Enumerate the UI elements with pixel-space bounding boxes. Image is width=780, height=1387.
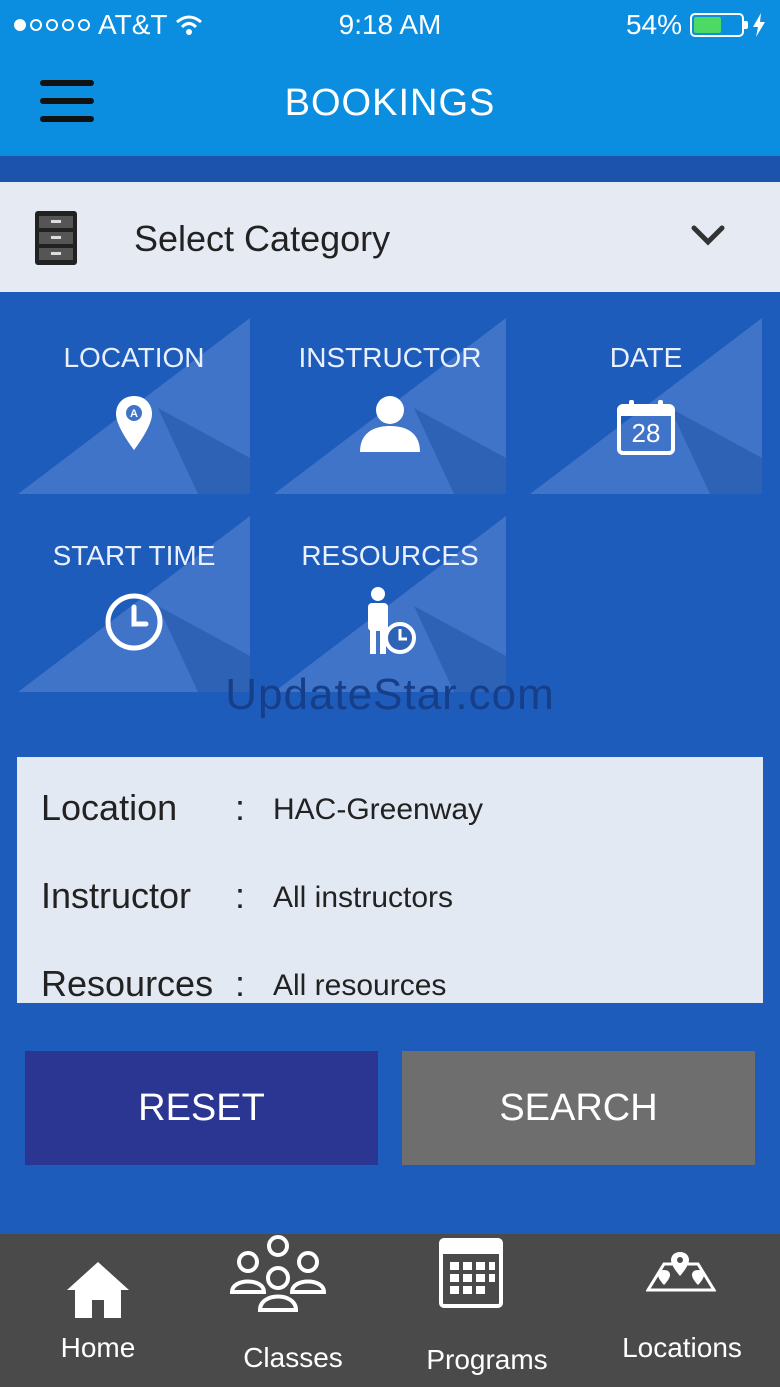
summary-separator: :	[235, 875, 246, 916]
tile-start-time-label: START TIME	[52, 540, 216, 571]
tile-start-time[interactable]: START TIME	[18, 516, 250, 692]
people-group-icon	[229, 1235, 327, 1312]
navigation-bar: BOOKINGS	[0, 50, 780, 156]
person-clock-icon	[368, 587, 416, 654]
status-bar: AT&T 9:18 AM 54%	[0, 0, 780, 50]
tab-programs-label: Programs	[426, 1344, 548, 1375]
clock-icon	[105, 593, 163, 651]
battery-area: 54%	[626, 9, 766, 41]
tile-date-label: DATE	[609, 342, 683, 373]
category-select-label: Select Category	[134, 218, 391, 259]
tab-bar: Home Classes Programs Locations	[0, 1234, 780, 1387]
watermark: UpdateStar.com	[225, 670, 555, 719]
summary-separator: :	[235, 963, 246, 1004]
svg-text:A: A	[130, 408, 138, 420]
tab-home[interactable]: Home	[40, 1234, 156, 1387]
summary-separator: :	[235, 787, 246, 828]
battery-percent: 54%	[625, 9, 682, 40]
tile-instructor-label: INSTRUCTOR	[298, 342, 482, 373]
tile-date[interactable]: DATE 28	[530, 318, 762, 494]
calendar-icon: 28	[616, 398, 676, 456]
tab-classes-label: Classes	[243, 1342, 343, 1373]
summary-value: All resources	[273, 969, 447, 1002]
home-icon	[67, 1262, 129, 1318]
category-select[interactable]: Select Category	[0, 182, 780, 292]
tab-classes[interactable]: Classes	[220, 1234, 366, 1387]
calendar-grid-icon	[439, 1238, 503, 1308]
tab-home-label: Home	[60, 1332, 136, 1363]
person-icon	[360, 396, 420, 452]
tile-location[interactable]: LOCATION A	[18, 318, 250, 494]
tile-location-label: LOCATION	[63, 342, 205, 373]
summary-key: Location	[41, 787, 178, 828]
search-button[interactable]: SEARCH	[402, 1051, 755, 1165]
chevron-down-icon[interactable]	[690, 220, 726, 250]
charging-icon	[753, 13, 765, 37]
file-cabinet-icon	[35, 211, 77, 265]
summary-key: Instructor	[41, 875, 192, 916]
summary-value: HAC-Greenway	[273, 793, 484, 826]
summary-value: All instructors	[273, 881, 454, 914]
page-title: BOOKINGS	[284, 82, 496, 124]
reset-button[interactable]: RESET	[25, 1051, 378, 1165]
calendar-day: 28	[631, 418, 661, 448]
battery-icon	[690, 13, 748, 37]
summary-key: Resources	[41, 963, 214, 1004]
tile-resources-label: RESOURCES	[301, 540, 479, 571]
selection-summary: Location : HAC-Greenway Instructor : All…	[17, 757, 763, 1004]
location-pin-icon: A	[116, 396, 152, 450]
tab-programs[interactable]: Programs	[414, 1234, 560, 1387]
tile-resources[interactable]: RESOURCES	[274, 516, 506, 692]
tab-locations[interactable]: Locations	[610, 1234, 754, 1387]
map-pins-icon	[646, 1252, 716, 1292]
tile-instructor[interactable]: INSTRUCTOR	[274, 318, 506, 494]
header-divider	[0, 156, 780, 182]
tab-locations-label: Locations	[622, 1332, 742, 1363]
